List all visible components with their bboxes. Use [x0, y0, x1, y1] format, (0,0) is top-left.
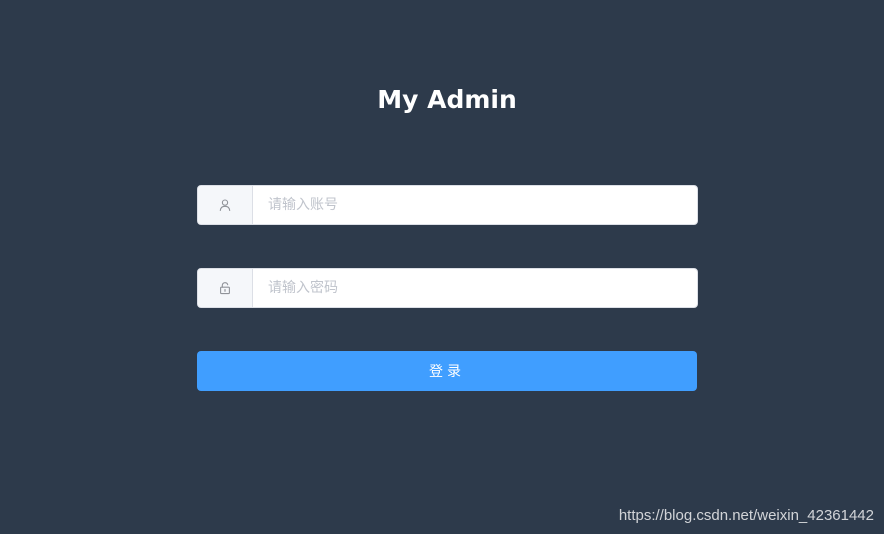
account-field-group	[197, 185, 698, 225]
user-icon	[218, 198, 232, 212]
page-title: My Admin	[377, 85, 517, 114]
login-button[interactable]: 登录	[197, 351, 697, 391]
login-page: My Admin 登录 https://blog.csdn.n	[0, 0, 884, 534]
password-field-group	[197, 268, 698, 308]
account-input[interactable]	[253, 186, 697, 224]
lock-icon	[218, 281, 232, 295]
account-prepend	[198, 186, 253, 224]
password-prepend	[198, 269, 253, 307]
password-input[interactable]	[253, 269, 697, 307]
watermark-url: https://blog.csdn.net/weixin_42361442	[618, 507, 874, 524]
